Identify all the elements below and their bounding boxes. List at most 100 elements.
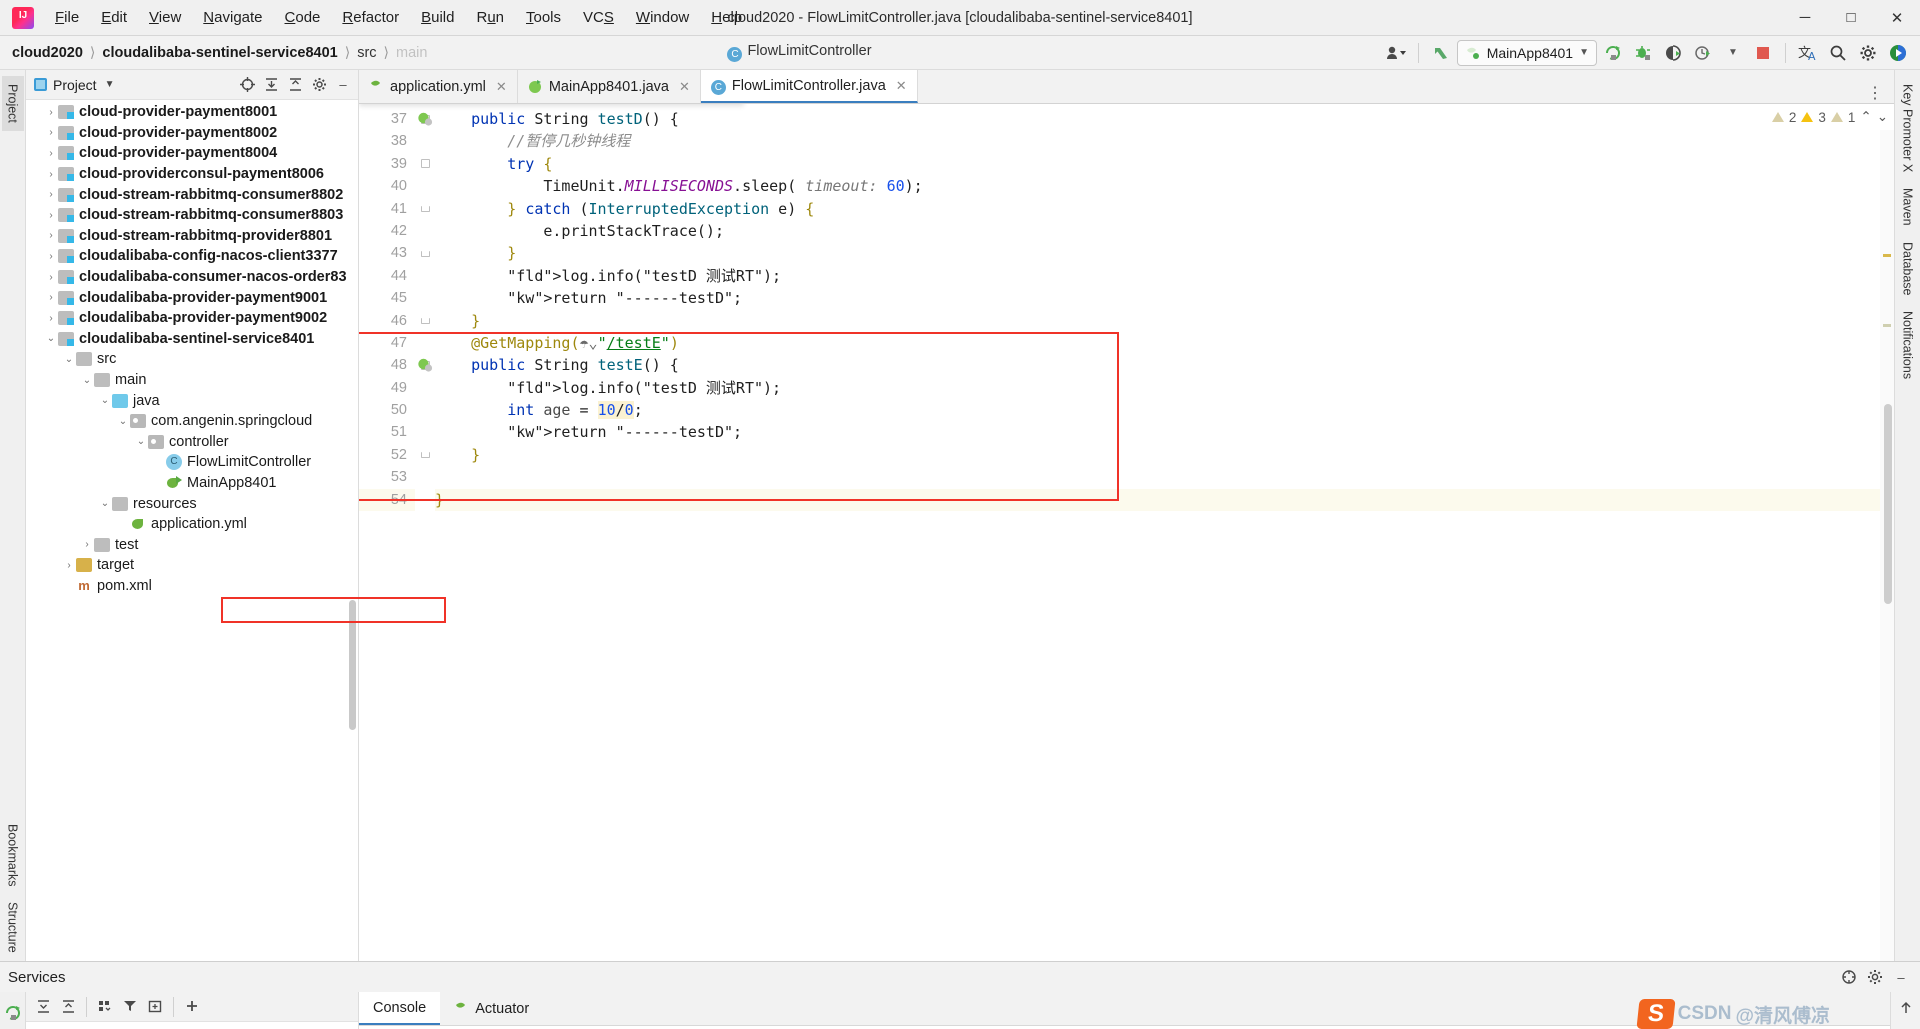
- code-line[interactable]: } catch (InterruptedException e) {: [435, 198, 1880, 220]
- code-line[interactable]: "kw">return "------testD";: [435, 421, 1880, 443]
- fold-end-icon[interactable]: [420, 317, 430, 324]
- expand-arrow-icon[interactable]: ⌄: [62, 354, 76, 365]
- chevron-down-icon[interactable]: ▼: [1719, 40, 1747, 66]
- expand-arrow-icon[interactable]: ›: [80, 539, 94, 550]
- tree-node[interactable]: › target: [26, 555, 358, 576]
- gutter-line[interactable]: 40: [359, 175, 415, 197]
- fold-marker[interactable]: [415, 220, 435, 242]
- run-with-coverage-icon[interactable]: [1659, 40, 1687, 66]
- fold-marker[interactable]: [415, 198, 435, 220]
- breadcrumb-project[interactable]: cloud2020: [12, 45, 83, 61]
- code-line[interactable]: public String testD() {: [435, 108, 1880, 130]
- filter-icon[interactable]: [119, 996, 141, 1018]
- expand-arrow-icon[interactable]: ›: [44, 189, 58, 200]
- inspection-widget[interactable]: 2 3 1 ⌃ ⌄: [1765, 104, 1894, 130]
- next-problem-icon[interactable]: ⌄: [1877, 109, 1888, 125]
- expand-arrow-icon[interactable]: ⌄: [98, 395, 112, 406]
- expand-arrow-icon[interactable]: ⌄: [80, 375, 94, 386]
- sidebar-item-database[interactable]: Database: [1897, 234, 1919, 304]
- gutter-line[interactable]: 52: [359, 444, 415, 466]
- tab-mainapp8401[interactable]: MainApp8401.java ✕: [518, 70, 701, 103]
- tree-node[interactable]: › cloudalibaba-provider-payment9002: [26, 308, 358, 329]
- editor-scrollbar[interactable]: [1884, 404, 1892, 604]
- tree-node[interactable]: › cloudalibaba-config-nacos-client3377: [26, 246, 358, 267]
- add-icon[interactable]: [181, 996, 203, 1018]
- updates-arrow-icon[interactable]: [1427, 40, 1455, 66]
- menu-edit[interactable]: Edit: [90, 5, 138, 30]
- gutter-line[interactable]: 47: [359, 332, 415, 354]
- user-avatar-icon[interactable]: [1382, 40, 1410, 66]
- tree-node[interactable]: C FlowLimitController: [26, 452, 358, 473]
- tree-node[interactable]: › cloud-provider-payment8002: [26, 123, 358, 144]
- expand-arrow-icon[interactable]: ›: [44, 169, 58, 180]
- target-icon[interactable]: [236, 74, 258, 96]
- scroll-up-icon[interactable]: [1898, 1000, 1914, 1016]
- sidebar-item-notifications[interactable]: Notifications: [1897, 303, 1919, 387]
- code-line[interactable]: "fld">log.info("testD 测试RT");: [435, 265, 1880, 287]
- expand-arrow-icon[interactable]: ›: [44, 313, 58, 324]
- tree-node[interactable]: › cloud-stream-rabbitmq-provider8801: [26, 226, 358, 247]
- fold-marker[interactable]: [415, 332, 435, 354]
- settings-gear-icon[interactable]: [1864, 966, 1886, 988]
- menu-view[interactable]: View: [138, 5, 192, 30]
- tab-console[interactable]: Console: [359, 992, 441, 1025]
- tree-node[interactable]: ⌄ cloudalibaba-sentinel-service8401: [26, 329, 358, 350]
- code-editor[interactable]: 37 38 39 40 41 42 43 44 45 46 47 48 49 50 51 52 53 54 pub…: [359, 104, 1894, 961]
- add-tab-icon[interactable]: [144, 996, 166, 1018]
- tree-node[interactable]: › cloud-stream-rabbitmq-consumer8802: [26, 184, 358, 205]
- code-line[interactable]: int age = 10/0;: [435, 399, 1880, 421]
- fold-marker[interactable]: [415, 153, 435, 175]
- translate-icon[interactable]: 文A: [1794, 40, 1822, 66]
- chevron-down-icon[interactable]: ▼: [105, 79, 115, 90]
- gutter-line[interactable]: 37: [359, 108, 433, 130]
- fold-start-icon[interactable]: [420, 159, 430, 169]
- fold-marker[interactable]: [415, 489, 435, 511]
- menu-run[interactable]: Run: [465, 5, 515, 30]
- expand-arrow-icon[interactable]: ⌄: [98, 498, 112, 509]
- menu-build[interactable]: Build: [410, 5, 465, 30]
- fold-marker[interactable]: [415, 130, 435, 152]
- debug-icon[interactable]: [1629, 40, 1657, 66]
- gutter-line[interactable]: 38: [359, 130, 415, 152]
- menu-vcs[interactable]: VCS: [572, 5, 625, 30]
- spring-gutter-icon[interactable]: [417, 357, 433, 373]
- expand-all-icon[interactable]: [32, 996, 54, 1018]
- tree-node[interactable]: › cloud-stream-rabbitmq-consumer8803: [26, 205, 358, 226]
- tree-node[interactable]: MainApp8401: [26, 473, 358, 494]
- editor-options-icon[interactable]: ⋮: [1857, 83, 1894, 103]
- fold-marker[interactable]: [415, 466, 435, 488]
- expand-arrow-icon[interactable]: ›: [44, 251, 58, 262]
- fold-marker[interactable]: [415, 399, 435, 421]
- gutter-line[interactable]: 41: [359, 198, 415, 220]
- collapse-all-icon[interactable]: [57, 996, 79, 1018]
- menu-tools[interactable]: Tools: [515, 5, 572, 30]
- chevron-down-icon[interactable]: ▼: [1579, 47, 1589, 58]
- expand-arrow-icon[interactable]: ›: [44, 127, 58, 138]
- settings-gear-icon[interactable]: [308, 74, 330, 96]
- tab-application-yml[interactable]: application.yml ✕: [359, 70, 518, 103]
- tab-flowlimitcontroller[interactable]: C FlowLimitController.java ✕: [700, 70, 918, 103]
- expand-all-icon[interactable]: [260, 74, 282, 96]
- gutter-line[interactable]: 43: [359, 242, 415, 264]
- close-icon[interactable]: ✕: [496, 79, 507, 95]
- gutter-line[interactable]: 45: [359, 287, 415, 309]
- code-line[interactable]: "kw">return "------testD";: [435, 287, 1880, 309]
- breadcrumb-class[interactable]: C FlowLimitController: [727, 43, 872, 62]
- gutter-line[interactable]: 53: [359, 466, 415, 488]
- expand-arrow-icon[interactable]: ›: [44, 272, 58, 283]
- sidebar-item-bookmarks[interactable]: Bookmarks: [2, 816, 24, 895]
- expand-arrow-icon[interactable]: ⌄: [116, 416, 130, 427]
- code-line[interactable]: [435, 466, 1880, 488]
- hide-icon[interactable]: –: [332, 74, 354, 96]
- tree-node[interactable]: m pom.xml: [26, 576, 358, 597]
- tree-node[interactable]: ⌄ main: [26, 370, 358, 391]
- minimize-button[interactable]: ─: [1782, 0, 1828, 36]
- expand-arrow-icon[interactable]: ›: [44, 230, 58, 241]
- project-tree-scrollbar[interactable]: [349, 600, 356, 730]
- fold-marker[interactable]: [415, 377, 435, 399]
- expand-arrow-icon[interactable]: ›: [44, 107, 58, 118]
- fold-marker[interactable]: [415, 175, 435, 197]
- code-line[interactable]: e.printStackTrace();: [435, 220, 1880, 242]
- editor-gutter[interactable]: 37 38 39 40 41 42 43 44 45 46 47 48 49 50 51 52 53 54: [359, 104, 433, 961]
- help-icon[interactable]: [1838, 966, 1860, 988]
